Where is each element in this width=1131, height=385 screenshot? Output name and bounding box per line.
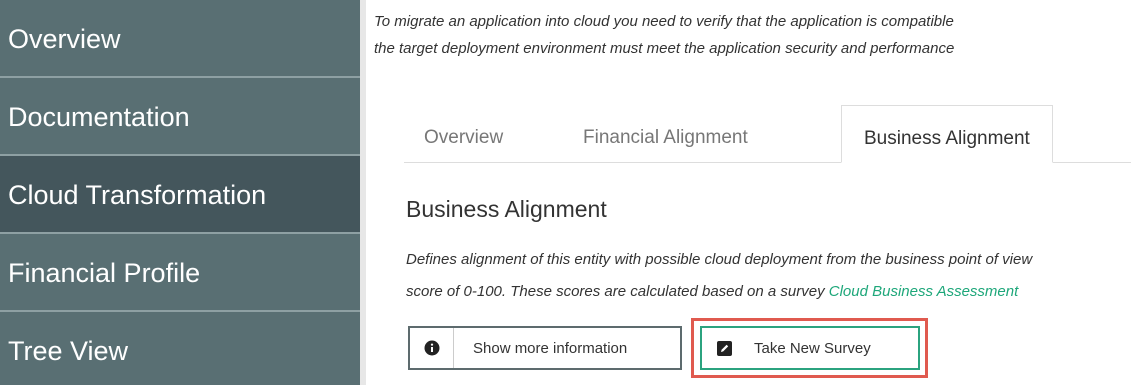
intro-line-2: the target deployment environment must m…: [374, 40, 955, 57]
info-icon: [410, 328, 454, 368]
intro-line-1: To migrate an application into cloud you…: [374, 13, 954, 30]
take-new-survey-button[interactable]: Take New Survey: [700, 326, 920, 370]
edit-icon: [702, 328, 742, 368]
tab-overview[interactable]: Overview: [424, 105, 503, 163]
sidebar-item-overview[interactable]: Overview: [0, 0, 360, 78]
section-description: Defines alignment of this entity with po…: [406, 244, 1131, 308]
take-new-survey-label: Take New Survey: [754, 339, 871, 357]
description-line-1: Defines alignment of this entity with po…: [406, 251, 1033, 268]
tab-bar: Overview Financial Alignment Business Al…: [404, 105, 1131, 163]
main-content: To migrate an application into cloud you…: [366, 0, 1131, 385]
description-text: score of 0-100. These scores are calcula…: [406, 283, 829, 300]
tab-business-alignment[interactable]: Business Alignment: [841, 105, 1053, 163]
sidebar: Overview Documentation Cloud Transformat…: [0, 0, 360, 385]
page: Overview Documentation Cloud Transformat…: [0, 0, 1131, 385]
tab-financial-alignment[interactable]: Financial Alignment: [583, 105, 748, 163]
sidebar-item-financial-profile[interactable]: Financial Profile: [0, 234, 360, 312]
sidebar-item-tree-view[interactable]: Tree View: [0, 312, 360, 385]
section-title: Business Alignment: [406, 196, 607, 222]
show-more-information-label: Show more information: [473, 339, 628, 357]
cloud-business-assessment-link[interactable]: Cloud Business Assessment: [829, 283, 1019, 300]
sidebar-item-documentation[interactable]: Documentation: [0, 78, 360, 156]
intro-text: To migrate an application into cloud you…: [374, 8, 1131, 62]
show-more-information-button[interactable]: Show more information: [408, 326, 682, 370]
description-line-2: score of 0-100. These scores are calcula…: [406, 276, 1131, 308]
sidebar-item-cloud-transformation[interactable]: Cloud Transformation: [0, 156, 360, 234]
